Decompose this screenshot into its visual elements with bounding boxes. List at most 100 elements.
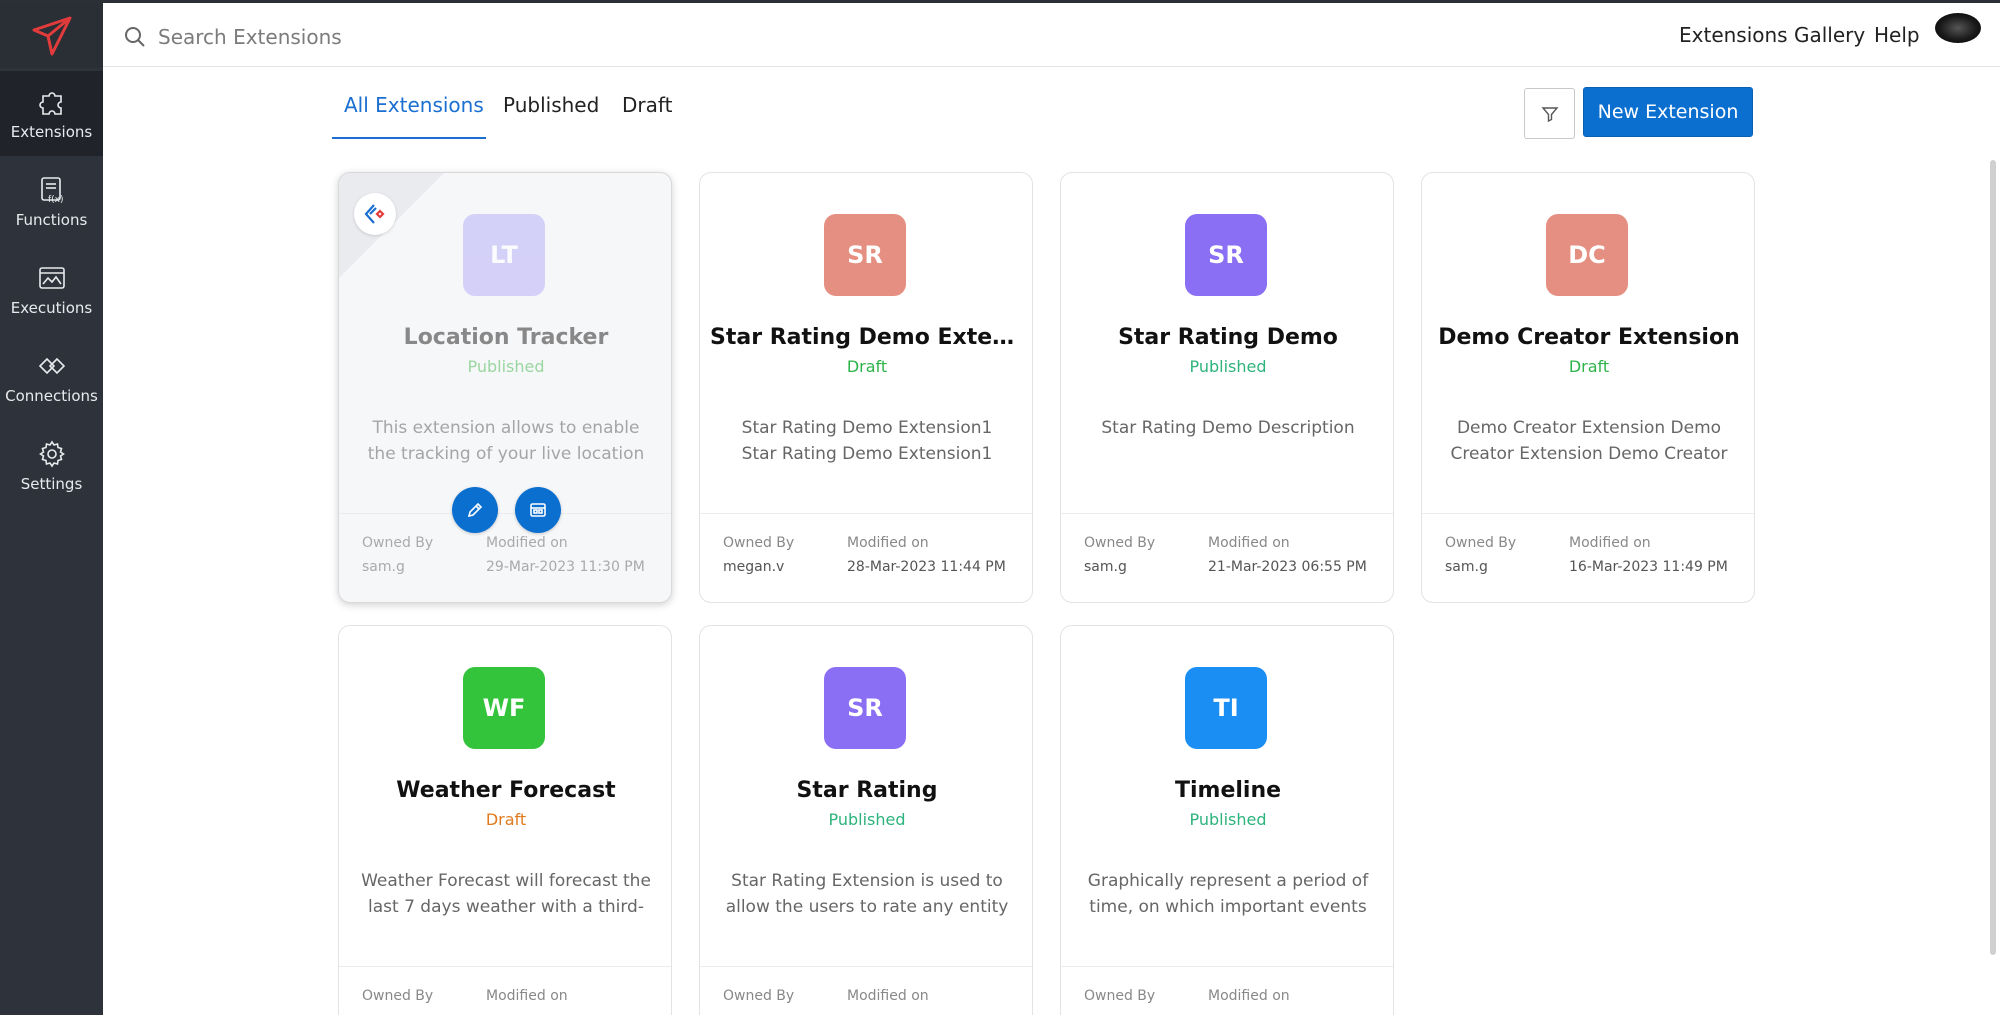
extension-card[interactable]: TI Timeline Published Graphically repres…: [1060, 625, 1394, 1015]
card-divider: [1061, 966, 1393, 967]
tab-all-extensions[interactable]: All Extensions: [344, 93, 484, 117]
modified-on-label: Modified on: [847, 535, 929, 551]
edit-button[interactable]: [452, 487, 498, 533]
extension-tile: SR: [1185, 214, 1267, 296]
extension-description: This extension allows to enable the trac…: [367, 418, 645, 464]
status-label: Published: [1189, 357, 1267, 376]
status-label: Published: [1189, 810, 1267, 829]
card-divider: [339, 513, 671, 514]
new-extension-button[interactable]: New Extension: [1583, 87, 1753, 137]
app-logo[interactable]: [0, 3, 103, 68]
sidebar-item-extensions[interactable]: Extensions: [0, 71, 103, 156]
search-icon: [125, 27, 145, 47]
extension-description: Weather Forecast will forecast the last …: [361, 871, 651, 917]
extension-title: Star Rating: [796, 778, 938, 803]
sidebar-item-label: Settings: [20, 474, 83, 493]
extension-card[interactable]: WF Weather Forecast Draft Weather Foreca…: [338, 625, 672, 1015]
card-divider: [339, 966, 671, 967]
extension-tile: WF: [463, 667, 545, 749]
modified-value: 21-Mar-2023 06:55 PM: [1208, 559, 1367, 575]
sidebar: Extensions f(x) Functions Executions Con…: [0, 3, 103, 1015]
owner-value: megan.v: [723, 559, 785, 575]
card-divider: [700, 513, 1032, 514]
owned-by-label: Owned By: [723, 988, 795, 1004]
owner-value: sam.g: [362, 559, 405, 575]
card-divider: [1422, 513, 1754, 514]
modified-on-label: Modified on: [486, 535, 568, 551]
extension-card[interactable]: SR Star Rating Demo Published Star Ratin…: [1060, 172, 1394, 603]
sidebar-item-executions[interactable]: Executions: [0, 247, 103, 332]
pencil-icon: [467, 502, 483, 518]
card-divider: [700, 966, 1032, 967]
extension-title: Demo Creator Extension: [1438, 325, 1740, 350]
status-label: Draft: [1568, 357, 1610, 376]
scrollbar[interactable]: [1990, 160, 1996, 955]
status-label: Published: [828, 810, 906, 829]
extension-tile: LT: [463, 214, 545, 296]
extension-card[interactable]: SR Star Rating Demo Exten... Draft Star …: [699, 172, 1033, 603]
extension-title: Star Rating Demo: [1118, 325, 1338, 350]
search-input[interactable]: [158, 17, 858, 57]
extension-title: Location Tracker: [403, 325, 609, 350]
extension-title: Weather Forecast: [396, 778, 616, 803]
owner-value: sam.g: [1084, 559, 1127, 575]
owned-by-label: Owned By: [362, 988, 434, 1004]
sidebar-item-functions[interactable]: f(x) Functions: [0, 159, 103, 244]
extension-card[interactable]: SR Star Rating Published Star Rating Ext…: [699, 625, 1033, 1015]
avatar[interactable]: [1935, 13, 1981, 43]
owned-by-label: Owned By: [1084, 988, 1156, 1004]
function-icon: f(x): [40, 176, 64, 205]
modified-on-label: Modified on: [847, 988, 929, 1004]
extension-description: Graphically represent a period of time, …: [1087, 871, 1369, 917]
modified-value: 16-Mar-2023 11:49 PM: [1569, 559, 1728, 575]
preview-button[interactable]: [515, 487, 561, 533]
owner-value: sam.g: [1445, 559, 1488, 575]
owned-by-label: Owned By: [362, 535, 434, 551]
sidebar-item-label: Connections: [5, 386, 98, 405]
extension-description: Star Rating Demo Description: [1101, 418, 1355, 438]
modified-on-label: Modified on: [1208, 988, 1290, 1004]
owned-by-label: Owned By: [1084, 535, 1156, 551]
modified-value: 29-Mar-2023 11:30 PM: [486, 559, 645, 575]
card-divider: [1061, 513, 1393, 514]
extension-description: Star Rating Demo Extension1 Star Rating …: [741, 418, 993, 464]
logo-icon: [32, 16, 71, 55]
extension-card[interactable]: DC Demo Creator Extension Draft Demo Cre…: [1421, 172, 1755, 603]
extension-card[interactable]: LT Location Tracker Published This exten…: [338, 172, 672, 603]
tab-draft[interactable]: Draft: [622, 93, 672, 117]
top-bar: Extensions Gallery Help: [103, 3, 2000, 67]
sidebar-item-label: Extensions: [10, 122, 93, 141]
gear-icon: [38, 440, 65, 467]
sidebar-item-label: Functions: [15, 210, 88, 229]
executions-icon: [38, 266, 65, 289]
extension-description: Star Rating Extension is used to allow t…: [725, 871, 1009, 917]
preview-icon: [530, 503, 546, 517]
published-badge: [354, 193, 396, 235]
sidebar-item-connections[interactable]: Connections: [0, 335, 103, 420]
extension-tile: SR: [824, 667, 906, 749]
extension-description: Demo Creator Extension Demo Creator Exte…: [1450, 418, 1728, 464]
owned-by-label: Owned By: [723, 535, 795, 551]
sidebar-item-settings[interactable]: Settings: [0, 423, 103, 508]
status-label: Draft: [485, 810, 527, 829]
owned-by-label: Owned By: [1445, 535, 1517, 551]
modified-on-label: Modified on: [1569, 535, 1651, 551]
extensions-gallery-link[interactable]: Extensions Gallery: [1679, 23, 1865, 47]
extension-tile: SR: [824, 214, 906, 296]
help-link[interactable]: Help: [1874, 23, 1920, 47]
extension-title: Star Rating Demo Exten...: [710, 325, 1024, 350]
tab-published[interactable]: Published: [503, 93, 599, 117]
modified-value: 28-Mar-2023 11:44 PM: [847, 559, 1006, 575]
connector-badge-icon: [364, 204, 385, 224]
active-tab-indicator: [332, 137, 486, 139]
sidebar-item-label: Executions: [10, 298, 93, 317]
extension-tile: DC: [1546, 214, 1628, 296]
connections-icon: [38, 357, 65, 374]
extension-title: Timeline: [1174, 778, 1282, 803]
filter-icon: [1540, 106, 1559, 122]
svg-text:f(x): f(x): [48, 195, 64, 205]
puzzle-icon: [38, 91, 62, 115]
filter-button[interactable]: [1524, 88, 1575, 139]
extension-tile: TI: [1185, 667, 1267, 749]
modified-on-label: Modified on: [486, 988, 568, 1004]
